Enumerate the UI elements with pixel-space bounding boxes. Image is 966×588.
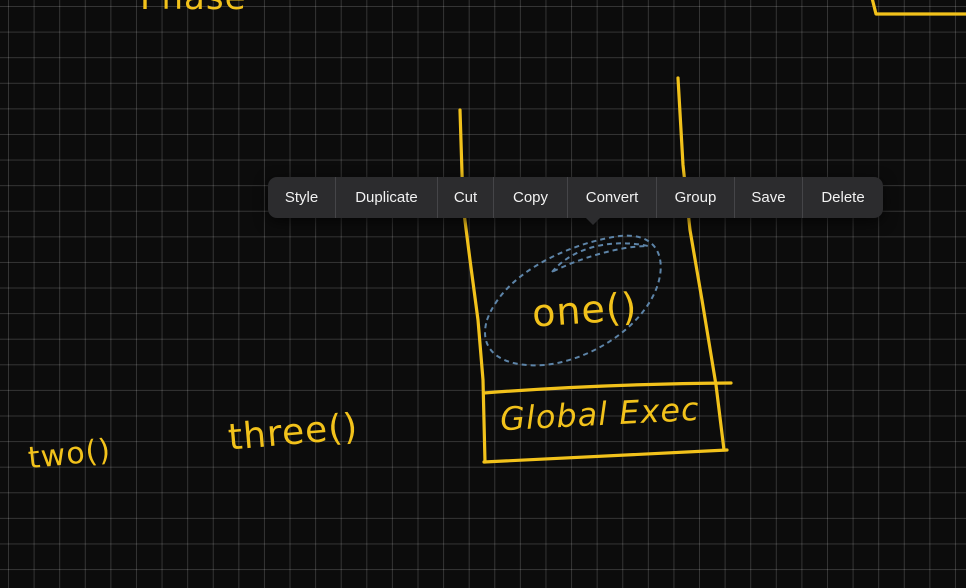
style-button[interactable]: Style [268,177,335,218]
stack-left-wall [458,108,487,464]
menu-pointer-arrow [584,216,602,225]
save-button[interactable]: Save [734,177,802,218]
cut-button[interactable]: Cut [437,177,493,218]
partial-heading-text: Phase [140,0,247,18]
stack-frame-one[interactable]: one() [531,284,639,335]
drawing-canvas[interactable] [0,0,966,588]
delete-button[interactable]: Delete [802,177,883,218]
stack-base-line [482,448,729,464]
top-right-ink-stroke [870,0,966,16]
copy-button[interactable]: Copy [493,177,567,218]
convert-button[interactable]: Convert [567,177,656,218]
selection-context-menu: Style Duplicate Cut Copy Convert Group S… [268,177,883,218]
duplicate-button[interactable]: Duplicate [335,177,437,218]
group-button[interactable]: Group [656,177,734,218]
